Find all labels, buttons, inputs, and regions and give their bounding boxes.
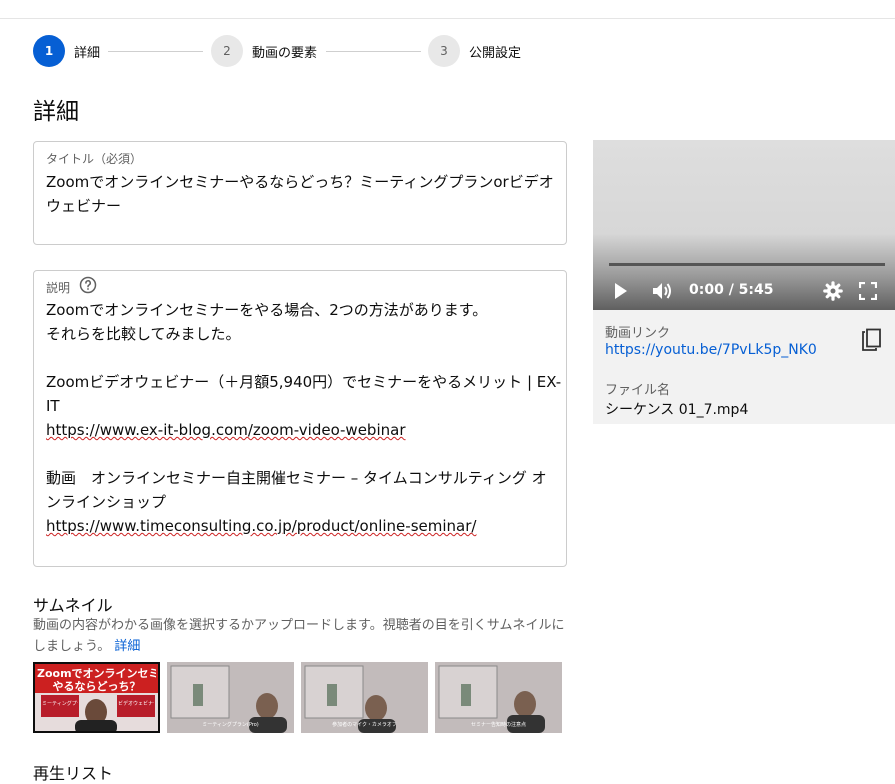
- file-name-label: ファイル名: [605, 383, 671, 398]
- thumbnail-description-text: 動画の内容がわかる画像を選択するかアップロードします。視聴者の目を引くサムネイル…: [33, 618, 565, 654]
- upload-stepper: 1 詳細 2 動画の要素 3 公開設定: [33, 35, 573, 69]
- play-icon[interactable]: [613, 282, 629, 300]
- thumbnail-section-description: 動画の内容がわかる画像を選択するかアップロードします。視聴者の目を引くサムネイル…: [33, 615, 573, 657]
- title-text-line: ウェビナー: [46, 197, 122, 215]
- step-number: 3: [428, 35, 460, 67]
- description-text-line: Zoomでオンラインセミナーをやる場合、2つの方法があります。: [46, 301, 488, 319]
- description-text-line: Zoomビデオウェビナー（＋月額5,940円）でセミナーをやるメリット | EX…: [46, 373, 562, 391]
- page-title: 詳細: [33, 99, 79, 125]
- description-blank-line: [46, 442, 552, 466]
- description-field-label: 説明: [46, 281, 71, 295]
- step-visibility[interactable]: 3 公開設定: [428, 35, 521, 67]
- title-input[interactable]: Zoomでオンラインセミナーやるならどっち？ミーティングプランorビデオ ウェビ…: [46, 170, 554, 218]
- file-name-value: シーケンス 01_7.mp4: [605, 402, 749, 418]
- description-text-line: IT: [46, 397, 60, 415]
- step-connector: [326, 51, 421, 52]
- step-label: 公開設定: [469, 45, 522, 61]
- description-text-line: それらを比較してみました。: [46, 325, 241, 343]
- description-blank-line: [46, 346, 552, 370]
- title-field[interactable]: タイトル（必須） Zoomでオンラインセミナーやるならどっち？ミーティングプラン…: [33, 141, 567, 245]
- step-label: 動画の要素: [252, 45, 318, 61]
- thumbnail-headline-2: やるならどっち？: [52, 680, 141, 693]
- volume-icon[interactable]: [651, 281, 673, 301]
- video-link[interactable]: https://youtu.be/7PvLk5p_NK0: [605, 342, 817, 358]
- description-input[interactable]: Zoomでオンラインセミナーをやる場合、2つの方法があります。 それらを比較して…: [46, 298, 562, 538]
- learn-more-link[interactable]: 詳細: [114, 639, 140, 654]
- title-field-label: タイトル（必須）: [46, 152, 143, 166]
- thumbnail-list: Zoomでオンラインセミナー やるならどっち？ ミーティングプラン ビデオウェビ…: [33, 662, 562, 733]
- playlist-section-title: 再生リスト: [33, 764, 114, 783]
- help-icon[interactable]: [79, 276, 97, 294]
- description-text-line: ンラインショップ: [46, 493, 167, 511]
- title-text-line: Zoomでオンラインセミナーやるならどっち？ミーティングプランorビデオ: [46, 173, 554, 191]
- thumbnail-caption: セミナー告知時の注意点: [470, 722, 526, 728]
- description-url[interactable]: https://www.timeconsulting.co.jp/product…: [46, 514, 552, 538]
- step-number: 1: [33, 35, 65, 67]
- step-details[interactable]: 1 詳細: [33, 35, 100, 67]
- thumbnail-tag-left: ミーティングプラン: [42, 701, 78, 707]
- description-field[interactable]: 説明 Zoomでオンラインセミナーをやる場合、2つの方法があります。 それらを比…: [33, 270, 567, 567]
- step-number: 2: [211, 35, 243, 67]
- settings-gear-icon[interactable]: [823, 281, 843, 301]
- copy-icon[interactable]: [861, 328, 883, 352]
- video-player[interactable]: 0:00 / 5:45: [593, 140, 895, 310]
- thumbnail-caption: 参加者のマイク・カメラオフ: [332, 722, 397, 728]
- description-text-line: 動画 オンラインセミナー自主開催セミナー – タイムコンサルティング オ: [46, 469, 547, 487]
- thumbnail-section-title: サムネイル: [33, 596, 113, 615]
- fullscreen-icon[interactable]: [859, 282, 877, 300]
- time-display: 0:00 / 5:45: [689, 282, 774, 298]
- thumbnail-option-3[interactable]: 参加者のマイク・カメラオフ: [301, 662, 428, 733]
- video-preview-card: 0:00 / 5:45 動画リンク https://youtu.be/7PvLk…: [593, 140, 895, 424]
- step-video-elements[interactable]: 2 動画の要素: [211, 35, 317, 67]
- description-url[interactable]: https://www.ex-it-blog.com/zoom-video-we…: [46, 418, 552, 442]
- thumbnail-caption: ミーティングプラン(Pro): [202, 722, 259, 728]
- thumbnail-tag-right: ビデオウェビナー: [118, 701, 154, 707]
- thumbnail-option-1[interactable]: Zoomでオンラインセミナー やるならどっち？ ミーティングプラン ビデオウェビ…: [33, 662, 160, 733]
- thumbnail-option-2[interactable]: ミーティングプラン(Pro): [167, 662, 294, 733]
- step-connector: [108, 51, 203, 52]
- progress-bar[interactable]: [609, 263, 885, 266]
- video-link-label: 動画リンク: [605, 326, 671, 341]
- header-divider: [0, 18, 895, 19]
- thumbnail-option-4[interactable]: セミナー告知時の注意点: [435, 662, 562, 733]
- step-label: 詳細: [74, 45, 101, 61]
